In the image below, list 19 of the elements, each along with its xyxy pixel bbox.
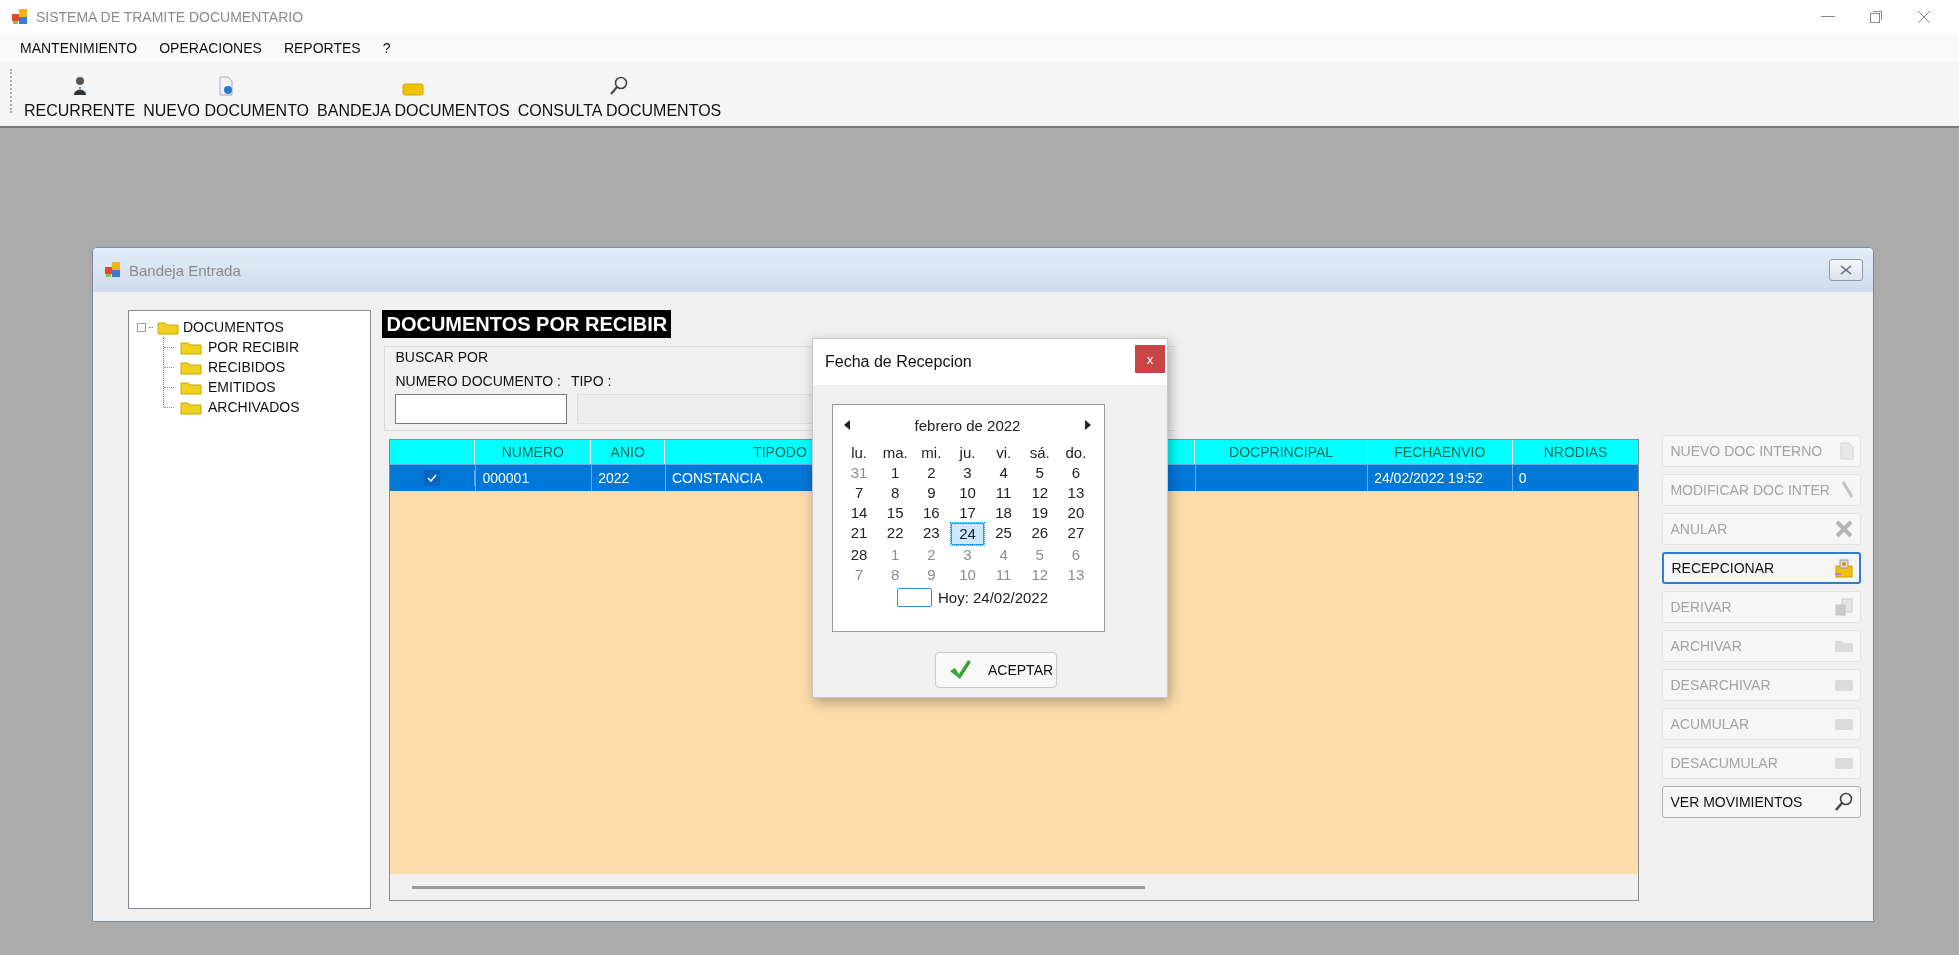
weekday-label: vi. <box>995 443 1013 463</box>
dialog-title: Fecha de Recepcion <box>825 353 972 371</box>
table-cell: 2022 <box>598 470 630 486</box>
group-title: BUSCAR POR <box>395 349 489 365</box>
weekday-label: do. <box>1064 443 1088 463</box>
field-label: NUMERO DOCUMENTO : <box>395 373 561 389</box>
weekday-label: ju. <box>958 443 977 463</box>
table-cell: 24/02/2022 19:52 <box>1374 470 1484 486</box>
window-title: Bandeja Entrada <box>129 261 241 279</box>
weekday-label: sá. <box>1028 443 1051 463</box>
section-heading: DOCUMENTOS POR RECIBIR <box>382 310 672 338</box>
weekday-label: mi. <box>920 443 943 463</box>
window-title: SISTEMA DE TRAMITE DOCUMENTARIO <box>36 9 304 25</box>
weekday-label: ma. <box>881 443 909 463</box>
table-cell: 0 <box>1518 470 1527 486</box>
weekday-label: lu. <box>850 443 868 463</box>
table-cell: 000001 <box>482 470 530 486</box>
table-cell: CONSTANCIA <box>672 470 763 486</box>
field-label: TIPO : <box>570 373 612 389</box>
